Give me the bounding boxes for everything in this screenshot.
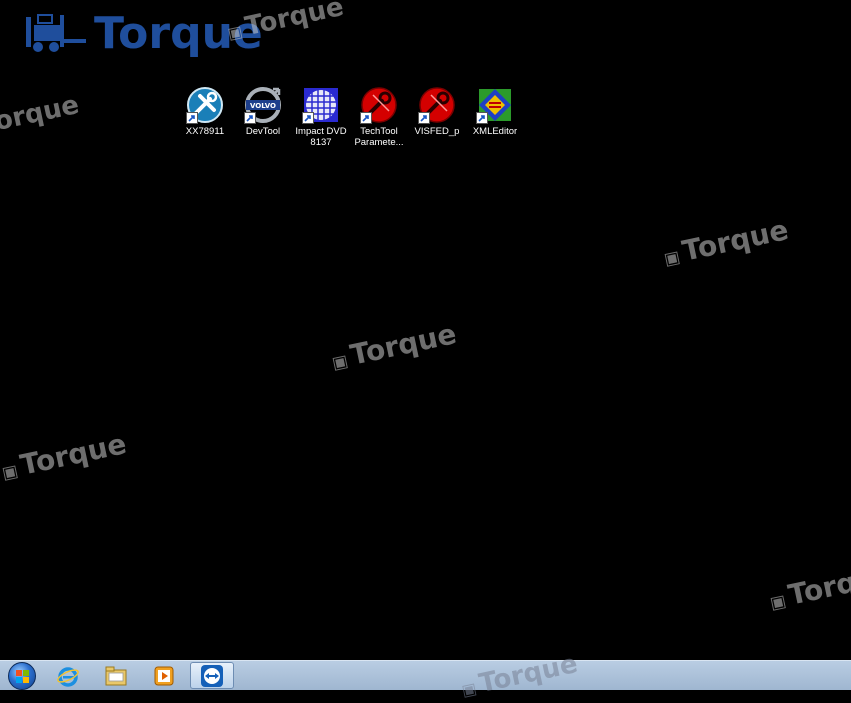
shortcut-arrow-icon (360, 112, 372, 124)
taskbar-teamviewer[interactable] (190, 662, 234, 689)
desktop-icon-label: XMLEditor (472, 126, 518, 137)
shortcut-arrow-icon (244, 112, 256, 124)
desktop-icon-visfed[interactable]: VISFED_p (406, 86, 468, 137)
desktop-icon-label: DevTool (245, 126, 281, 137)
desktop: Torque ▣Torque ▣Torque ▣Torque ▣Torque ▣… (0, 0, 851, 660)
internet-explorer-icon (57, 666, 79, 687)
forklift-icon (26, 14, 86, 52)
watermark: ▣Torque (768, 557, 851, 613)
start-orb-icon (8, 661, 36, 690)
desktop-icon-xmleditor[interactable]: XMLEditor (464, 86, 526, 137)
desktop-icon-xx78911[interactable]: XX78911 (174, 86, 236, 137)
desktop-icon-label: XX78911 (185, 126, 225, 137)
desktop-icon-label: TechTool Paramete... (354, 126, 404, 148)
watermark: ▣Torque (330, 317, 460, 373)
shortcut-arrow-icon (186, 112, 198, 124)
desktop-icon-devtool[interactable]: VOLVO DevTool (232, 86, 294, 137)
volvo-badge: VOLVO (250, 102, 276, 110)
desktop-icon-label: Impact DVD 8137 (295, 126, 347, 148)
logo-text: Torque (94, 7, 263, 59)
desktop-icon-label: VISFED_p (414, 126, 460, 137)
taskbar-file-explorer[interactable] (94, 662, 138, 689)
taskbar: ▣Torque (0, 649, 851, 700)
teamviewer-icon (201, 664, 223, 687)
shortcut-arrow-icon (302, 112, 314, 124)
file-explorer-icon (105, 666, 127, 685)
media-player-icon (154, 666, 174, 685)
shortcut-arrow-icon (418, 112, 430, 124)
watermark: Torque (0, 89, 82, 141)
torque-logo: Torque (22, 7, 263, 59)
watermark: ▣Torque (0, 427, 130, 483)
taskbar-media-player[interactable] (142, 662, 186, 689)
start-button[interactable] (2, 661, 42, 690)
desktop-icon-impact-dvd[interactable]: Impact DVD 8137 (290, 86, 352, 148)
shortcut-arrow-icon (476, 112, 488, 124)
watermark: ▣Torque (662, 213, 792, 269)
taskbar-internet-explorer[interactable] (46, 662, 90, 689)
desktop-icon-techtool[interactable]: TechTool Paramete... (348, 86, 410, 148)
